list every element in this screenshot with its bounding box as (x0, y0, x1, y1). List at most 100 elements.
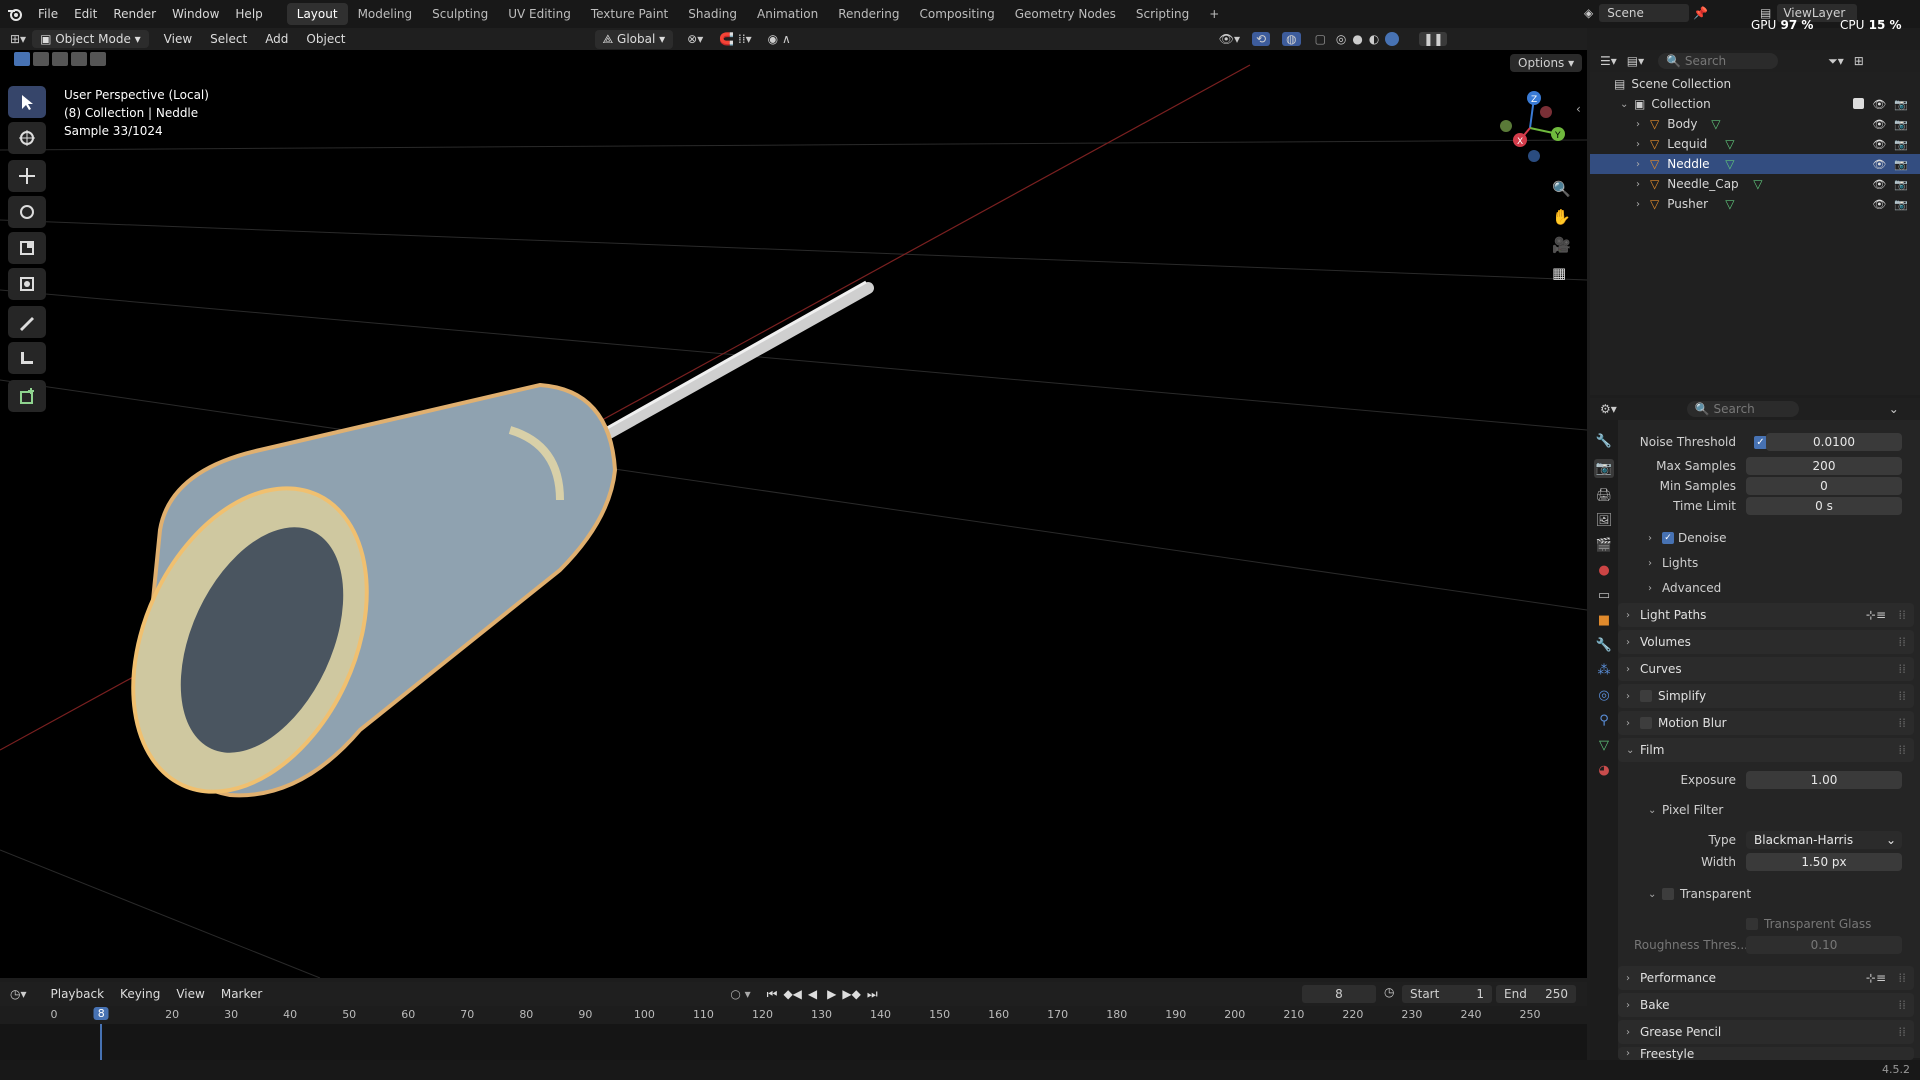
measure-tool-icon[interactable] (8, 342, 46, 374)
denoise-subpanel[interactable]: › ✓ Denoise (1648, 528, 1920, 548)
drag-handle-icon[interactable]: ⁞⁞ (1898, 716, 1906, 730)
pixel-filter-expand-icon[interactable]: ⌄ (1648, 805, 1656, 816)
lights-subpanel[interactable]: › Lights (1648, 553, 1920, 573)
overlay-toggle-icon[interactable]: ◍ (1282, 32, 1301, 46)
output-tab-icon[interactable]: 🖨 (1596, 488, 1613, 503)
mode-selector[interactable]: ▣ Object Mode ▾ (32, 30, 149, 48)
grease-pencil-expand-icon[interactable]: › (1626, 1027, 1634, 1038)
presets-icon[interactable]: ⊹≡ (1866, 971, 1886, 985)
gizmo-toggle-icon[interactable]: ⟲ (1252, 32, 1271, 46)
collection-row[interactable]: ⌄ ▣ Collection 👁 📷 (1590, 94, 1920, 114)
shading-solid-icon[interactable]: ● (1352, 32, 1362, 46)
expand-object-icon[interactable]: › (1636, 119, 1644, 130)
filter-type-dropdown[interactable]: Blackman-Harris ⌄ (1746, 831, 1902, 849)
keyframe-area[interactable] (0, 1024, 1587, 1062)
pin-icon[interactable]: 📌 (1693, 6, 1708, 20)
display-mode-icon[interactable]: ▤▾ (1627, 54, 1644, 68)
visibility-eye-icon[interactable]: 👁 (1872, 118, 1886, 131)
timeline-menu-playback[interactable]: Playback (43, 987, 113, 1001)
pixel-filter-subpanel[interactable]: ⌄ Pixel Filter (1648, 800, 1920, 820)
max-samples-field[interactable]: 200 (1746, 457, 1902, 475)
properties-options-icon[interactable]: ⌄ (1889, 402, 1899, 416)
jump-start-icon[interactable]: ⏮ (767, 987, 778, 1002)
outliner-editor-icon[interactable]: ☰▾ (1600, 54, 1617, 68)
pan-hand-icon[interactable]: ✋ (1552, 208, 1571, 226)
light-paths-panel[interactable]: › Light Paths ⊹≡ ⁞⁞ (1618, 603, 1914, 627)
annotate-tool-icon[interactable] (8, 306, 46, 338)
exposure-field[interactable]: 1.00 (1746, 771, 1902, 789)
navigation-gizmo[interactable]: Z Y X (1490, 88, 1570, 168)
advanced-subpanel[interactable]: › Advanced (1648, 578, 1920, 598)
viewport-menu-select[interactable]: Select (201, 32, 256, 46)
menu-render[interactable]: Render (105, 7, 164, 21)
transparent-glass-checkbox[interactable] (1746, 918, 1758, 930)
particles-tab-icon[interactable]: ⁂ (1598, 663, 1611, 678)
timeline-menu-keying[interactable]: Keying (112, 987, 168, 1001)
tab-animation[interactable]: Animation (747, 3, 828, 25)
jump-end-icon[interactable]: ⏭ (867, 987, 878, 1002)
simplify-panel[interactable]: › Simplify ⁞⁞ (1618, 684, 1914, 708)
select-extend-icon[interactable] (33, 52, 49, 66)
collection-tab-icon[interactable]: ▭ (1598, 588, 1610, 603)
timeline-menu-marker[interactable]: Marker (213, 987, 270, 1001)
min-samples-field[interactable]: 0 (1746, 477, 1902, 495)
visibility-eye-icon[interactable]: 👁 (1872, 98, 1886, 111)
auto-keying-icon[interactable]: ○ ▾ (730, 987, 750, 1001)
outliner-row-needle-cap[interactable]: › ▽ Needle_Cap ▽ 👁 📷 (1590, 174, 1920, 194)
mesh-data-icon[interactable]: ▽ (1711, 117, 1720, 131)
drag-handle-icon[interactable]: ⁞⁞ (1898, 998, 1906, 1012)
tab-modeling[interactable]: Modeling (348, 3, 423, 25)
3d-viewport[interactable]: User Perspective (Local) (8) Collection … (0, 50, 1587, 978)
mesh-data-icon[interactable]: ▽ (1725, 197, 1734, 211)
select-box-tool-icon[interactable] (8, 86, 46, 118)
film-panel[interactable]: ⌄ Film ⁞⁞ (1618, 738, 1914, 762)
render-camera-icon[interactable]: 📷 (1894, 158, 1908, 171)
select-subtract-icon[interactable] (52, 52, 68, 66)
properties-editor-icon[interactable]: ⚙▾ (1600, 402, 1617, 416)
tab-compositing[interactable]: Compositing (909, 3, 1004, 25)
expand-object-icon[interactable]: › (1636, 199, 1644, 210)
motion-blur-panel[interactable]: › Motion Blur ⁞⁞ (1618, 711, 1914, 735)
bake-panel[interactable]: › Bake ⁞⁞ (1618, 993, 1914, 1017)
scene-collection-row[interactable]: ▤ Scene Collection (1590, 74, 1920, 94)
drag-handle-icon[interactable]: ⁞⁞ (1898, 689, 1906, 703)
material-tab-icon[interactable]: ◕ (1598, 763, 1609, 778)
viewport-menu-object[interactable]: Object (297, 32, 354, 46)
outliner-row-body[interactable]: › ▽ Body ▽ 👁 📷 (1590, 114, 1920, 134)
drag-handle-icon[interactable]: ⁞⁞ (1898, 1025, 1906, 1039)
performance-expand-icon[interactable]: › (1626, 973, 1634, 984)
visibility-eye-icon[interactable]: 👁 (1872, 178, 1886, 191)
motion-blur-expand-icon[interactable]: › (1626, 718, 1634, 729)
roughness-field[interactable]: 0.10 (1746, 936, 1902, 954)
tab-sculpting[interactable]: Sculpting (422, 3, 498, 25)
viewport-menu-add[interactable]: Add (256, 32, 297, 46)
light-paths-expand-icon[interactable]: › (1626, 610, 1634, 621)
properties-search[interactable]: 🔍 Search (1686, 401, 1799, 417)
data-tab-icon[interactable]: ▽ (1599, 738, 1609, 753)
menu-help[interactable]: Help (227, 7, 270, 21)
time-limit-field[interactable]: 0 s (1746, 497, 1902, 515)
select-intersect-icon[interactable] (90, 52, 106, 66)
sidebar-toggle-icon[interactable]: ‹ (1576, 102, 1581, 116)
volumes-panel[interactable]: › Volumes ⁞⁞ (1618, 630, 1914, 654)
start-frame-field[interactable]: Start 1 (1402, 985, 1492, 1003)
scene-selector[interactable]: Scene (1599, 4, 1690, 22)
snap-icon[interactable]: 🧲 ⁞⁞▾ (719, 32, 751, 46)
visibility-eye-icon[interactable]: 👁 (1872, 138, 1886, 151)
film-expand-icon[interactable]: ⌄ (1626, 745, 1634, 756)
mesh-data-icon[interactable]: ▽ (1725, 137, 1734, 151)
visibility-eye-icon[interactable]: 👁 (1872, 198, 1886, 211)
render-camera-icon[interactable]: 📷 (1894, 138, 1908, 151)
grease-pencil-panel[interactable]: › Grease Pencil ⁞⁞ (1618, 1020, 1914, 1044)
simplify-checkbox[interactable] (1640, 690, 1652, 702)
move-tool-icon[interactable] (8, 160, 46, 192)
scene-icon[interactable]: ◈ (1584, 6, 1593, 20)
transform-tool-icon[interactable] (8, 268, 46, 300)
cursor-tool-icon[interactable] (8, 122, 46, 154)
expand-collection-icon[interactable]: ⌄ (1620, 99, 1628, 110)
tab-scripting[interactable]: Scripting (1126, 3, 1199, 25)
filter-icon[interactable]: ⏷▾ (1828, 54, 1844, 69)
tab-texture-paint[interactable]: Texture Paint (581, 3, 678, 25)
drag-handle-icon[interactable]: ⁞⁞ (1898, 608, 1906, 622)
timeline-editor-icon[interactable]: ◷▾ (10, 987, 27, 1001)
